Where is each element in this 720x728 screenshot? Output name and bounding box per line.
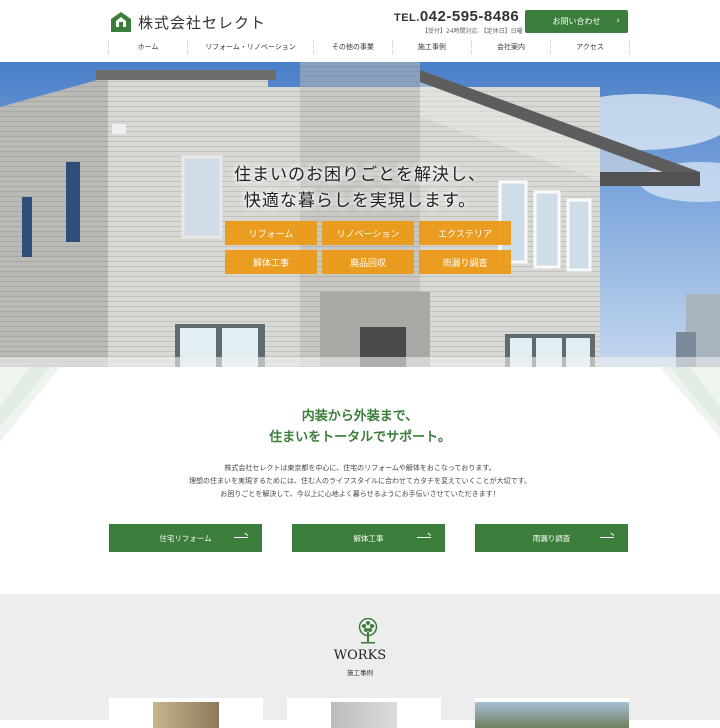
- work-card-image: [153, 702, 219, 728]
- works-section: WORKS 施工事例: [0, 594, 720, 728]
- works-title: WORKS: [333, 648, 387, 663]
- category-reform-button[interactable]: リフォーム: [225, 221, 317, 245]
- contact-button-label: お問い合わせ: [552, 17, 601, 26]
- main-nav: ホーム リフォーム・リノベーション その他の事業 施工事例 会社案内 アクセス: [108, 40, 630, 54]
- hero-headline-line1: 住まいのお困りごとを解決し、: [234, 165, 486, 185]
- nav-item-home[interactable]: ホーム: [108, 40, 189, 54]
- house-logo-icon: [111, 12, 131, 32]
- service-reform-button[interactable]: 住宅リフォーム: [109, 524, 262, 552]
- business-hours: 【受付】24時間対応 【定休日】日曜: [422, 28, 523, 35]
- contact-button[interactable]: お問い合わせ ›: [525, 10, 628, 33]
- work-card[interactable]: [475, 698, 629, 728]
- category-demolition-button[interactable]: 解体工事: [225, 250, 317, 274]
- intro-title-line2: 住まいをトータルでサポート。: [269, 430, 451, 445]
- nav-item-other-business[interactable]: その他の事業: [314, 40, 393, 54]
- service-reform-label: 住宅リフォーム: [159, 533, 212, 543]
- work-card[interactable]: [109, 698, 263, 728]
- arrow-right-icon: [600, 537, 614, 538]
- service-leak-button[interactable]: 雨漏り調査: [475, 524, 628, 552]
- site-header: 株式会社セレクト TEL.042-595-8486 【受付】24時間対応 【定休…: [0, 0, 720, 62]
- work-card[interactable]: [287, 698, 441, 728]
- category-renovation-button[interactable]: リノベーション: [322, 221, 414, 245]
- intro-body-line3: お困りごとを解決して、今以上に心地よく暮らせるようにお手伝いさせていただきます！: [220, 490, 500, 498]
- intro-title: 内装から外装まで、 住まいをトータルでサポート。: [0, 406, 720, 448]
- service-demolition-button[interactable]: 解体工事: [292, 524, 445, 552]
- site-logo[interactable]: 株式会社セレクト: [110, 10, 266, 34]
- category-exterior-button[interactable]: エクステリア: [419, 221, 511, 245]
- nav-item-reform[interactable]: リフォーム・リノベーション: [188, 40, 314, 54]
- work-card-image: [331, 702, 397, 728]
- nav-item-works[interactable]: 施工事例: [393, 40, 472, 54]
- arrow-right-icon: [417, 537, 431, 538]
- hero-banner: 住まいのお困りごとを解決し、 快適な暮らしを実現します。 リフォーム リノベーシ…: [0, 62, 720, 367]
- work-card-image: [475, 702, 629, 728]
- company-name: 株式会社セレクト: [138, 13, 267, 32]
- intro-body-line1: 株式会社セレクトは東京都を中心に、住宅のリフォームや解体をおこなっております。: [224, 464, 496, 472]
- category-disposal-button[interactable]: 廃品回収: [322, 250, 414, 274]
- works-subtitle: 施工事例: [347, 669, 373, 677]
- nav-item-company[interactable]: 会社案内: [472, 40, 551, 54]
- hero-headline-line2: 快適な暮らしを実現します。: [243, 191, 477, 211]
- intro-body-line2: 理想の住まいを実現するためには、住む人のライフスタイルに合わせてカタチを変えてい…: [189, 477, 531, 485]
- house-photo: [0, 62, 720, 367]
- service-leak-label: 雨漏り調査: [532, 533, 571, 543]
- nav-item-access[interactable]: アクセス: [551, 40, 630, 54]
- intro-body: 株式会社セレクトは東京都を中心に、住宅のリフォームや解体をおこなっております。 …: [0, 462, 720, 501]
- phone-number[interactable]: TEL.042-595-8486: [394, 8, 519, 25]
- category-leak-inspection-button[interactable]: 雨漏り調査: [419, 250, 511, 274]
- arrow-right-icon: [234, 537, 248, 538]
- tree-icon: [358, 618, 378, 644]
- hero-headline: 住まいのお困りごとを解決し、 快適な暮らしを実現します。: [0, 162, 720, 214]
- category-buttons: リフォーム リノベーション エクステリア 解体工事 廃品回収 雨漏り調査: [225, 221, 511, 274]
- chevron-right-icon: ›: [616, 16, 620, 26]
- intro-title-line1: 内装から外装まで、: [301, 409, 419, 424]
- tel-label: TEL.: [394, 12, 420, 24]
- tel-number: 042-595-8486: [419, 8, 520, 25]
- service-demolition-label: 解体工事: [353, 533, 384, 543]
